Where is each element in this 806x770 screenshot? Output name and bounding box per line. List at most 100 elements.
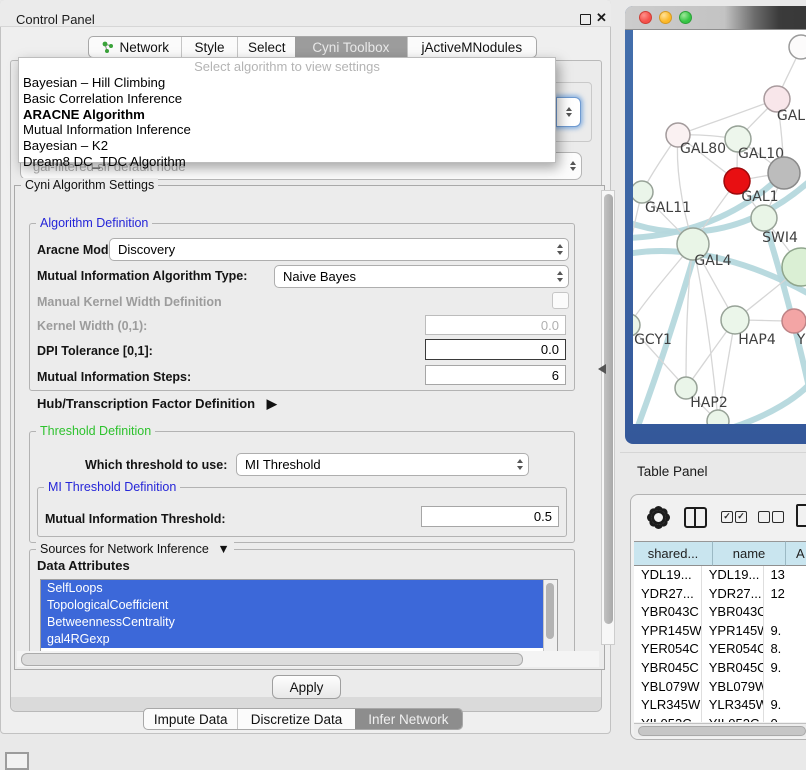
settings-hscroll-thumb[interactable] — [21, 653, 523, 666]
cyni-algorithm-settings-panel: Cyni Algorithm Settings Algorithm Defini… — [14, 185, 605, 670]
collapsed-panel-icon[interactable] — [5, 752, 29, 770]
table-row[interactable]: YBR045CYBR045C9. — [634, 659, 806, 678]
table-row[interactable]: YIL052CYIL052C0. — [634, 715, 806, 722]
algorithm-option[interactable]: Bayesian – K2 — [19, 138, 555, 154]
column-header-name[interactable]: name — [713, 541, 786, 566]
table-row[interactable]: YPR145WYPR145W9. — [634, 622, 806, 641]
table-row[interactable]: YLR345WYLR345W9. — [634, 696, 806, 715]
settings-horizontal-scrollbar[interactable] — [17, 651, 599, 667]
float-window-icon[interactable] — [580, 14, 591, 25]
bottom-tabs: Impute Data Discretize Data Infer Networ… — [143, 708, 463, 730]
data-attribute-item[interactable]: gal4RGexp — [41, 631, 557, 648]
network-node-swi4[interactable] — [751, 205, 777, 231]
mi-threshold-input[interactable]: 0.5 — [421, 506, 559, 527]
table-row[interactable]: YBL079WYBL079W — [634, 678, 806, 697]
mi-algorithm-type-select[interactable]: Naive Bayes — [274, 265, 569, 288]
network-node-label: Y — [796, 332, 806, 348]
settings-vertical-scrollbar[interactable] — [601, 190, 615, 645]
network-node-label: SWI4 — [762, 230, 798, 246]
zoom-traffic-light-icon[interactable] — [679, 11, 692, 24]
data-attribute-item[interactable]: SelfLoops — [41, 580, 557, 597]
data-attribute-item[interactable]: BetweennessCentrality — [41, 614, 557, 631]
algorithm-select-focused-end[interactable] — [556, 97, 581, 127]
table-cell: YDL19... — [702, 566, 765, 585]
network-node-label: GCY1 — [634, 332, 672, 348]
column-header-partial[interactable]: A — [786, 541, 806, 566]
kernel-width-input[interactable]: 0.0 — [425, 315, 566, 335]
settings-panel-title: Cyni Algorithm Settings — [21, 178, 158, 192]
deselect-all-checkbox-icon[interactable] — [772, 511, 784, 523]
minimize-traffic-light-icon[interactable] — [659, 11, 672, 24]
network-canvas[interactable]: GALGAL80GAL10GAL1GAL11SWI4GAL4GCY1HAP4YH… — [633, 30, 806, 424]
select-all-checkbox-icon[interactable]: ✓ — [721, 511, 733, 523]
settings-vscroll-thumb[interactable] — [604, 194, 613, 624]
table-cell: 9. — [764, 622, 806, 641]
control-panel-tabs: Network Style Select Cyni Toolbox jActiv… — [88, 36, 537, 58]
table-horizontal-scrollbar[interactable] — [634, 723, 806, 737]
tab-select[interactable]: Select — [237, 37, 295, 57]
tab-style-label: Style — [194, 40, 224, 55]
sources-title[interactable]: Sources for Network Inference ▼ — [36, 542, 234, 556]
export-table-icon[interactable] — [796, 504, 806, 527]
network-window-titlebar[interactable] — [625, 6, 806, 30]
table-row[interactable]: YBR043CYBR043C — [634, 603, 806, 622]
algorithm-option[interactable]: Dream8 DC_TDC Algorithm — [19, 154, 555, 170]
tab-network[interactable]: Network — [89, 37, 181, 57]
table-cell: YPR145W — [634, 622, 702, 641]
tab-infer-network[interactable]: Infer Network — [355, 709, 462, 729]
table-cell: 0. — [764, 715, 806, 722]
algorithm-option[interactable]: Basic Correlation Inference — [19, 91, 555, 107]
apply-button[interactable]: Apply — [272, 675, 341, 699]
network-node-label: GAL — [777, 108, 805, 124]
stepper-icon — [558, 161, 576, 172]
tab-style[interactable]: Style — [181, 37, 238, 57]
select-all-checkbox-icon[interactable]: ✓ — [735, 511, 747, 523]
control-panel-title: Control Panel — [16, 12, 95, 27]
network-node[interactable] — [768, 157, 800, 189]
which-threshold-value: MI Threshold — [245, 457, 321, 472]
mi-steps-input[interactable]: 6 — [425, 365, 566, 385]
network-node-y[interactable] — [782, 309, 806, 333]
columns-icon[interactable] — [684, 507, 707, 528]
tab-select-label: Select — [248, 40, 286, 55]
tab-discretize-data[interactable]: Discretize Data — [237, 709, 354, 729]
table-row[interactable]: YER054CYER054C8. — [634, 640, 806, 659]
aracne-mode-select[interactable]: Discovery — [109, 238, 569, 261]
network-node-hap4[interactable] — [721, 306, 749, 334]
algorithm-option[interactable]: ARACNE Algorithm — [19, 107, 555, 123]
data-attributes-items: SelfLoopsTopologicalCoefficientBetweenne… — [41, 580, 557, 648]
dpi-tolerance-input[interactable]: 0.0 — [425, 339, 566, 360]
tab-cyni-toolbox[interactable]: Cyni Toolbox — [295, 37, 407, 57]
table-hscroll-thumb[interactable] — [638, 726, 806, 736]
close-traffic-light-icon[interactable] — [639, 11, 652, 24]
network-node-label: GAL1 — [741, 189, 778, 205]
hub-definition-expander[interactable]: Hub/Transcription Factor Definition ▶ — [37, 396, 277, 412]
tab-jactivemnodules[interactable]: jActiveMNodules — [407, 37, 536, 57]
mi-algorithm-type-value: Naive Bayes — [283, 269, 356, 284]
column-header-shared-name[interactable]: shared... — [634, 541, 713, 566]
deselect-all-checkbox-icon[interactable] — [758, 511, 770, 523]
table-cell: YER054C — [702, 640, 765, 659]
which-threshold-select[interactable]: MI Threshold — [236, 453, 529, 476]
data-attribute-item[interactable]: TopologicalCoefficient — [41, 597, 557, 614]
mi-threshold-value: 0.5 — [534, 509, 552, 524]
table-header: shared... name A — [634, 541, 806, 566]
close-icon[interactable]: ✕ — [596, 10, 607, 26]
manual-kernel-width-checkbox[interactable] — [552, 292, 569, 309]
table-cell: YBR043C — [634, 603, 702, 622]
sources-title-label: Sources for Network Inference — [40, 542, 209, 556]
table-cell: YDL19... — [634, 566, 702, 585]
algorithm-option[interactable]: Bayesian – Hill Climbing — [19, 75, 555, 91]
table-row[interactable]: YDR27...YDR27...12 — [634, 585, 806, 604]
network-node-label: GAL4 — [694, 253, 731, 269]
list-scrollbar[interactable] — [543, 580, 557, 654]
list-scrollbar-thumb[interactable] — [546, 583, 554, 639]
table-row[interactable]: YDL19...YDL19...13 — [634, 566, 806, 585]
tab-infer-network-label: Infer Network — [368, 712, 448, 727]
gear-icon[interactable] — [651, 510, 666, 525]
tab-impute-data[interactable]: Impute Data — [144, 709, 237, 729]
algorithm-option[interactable]: Mutual Information Inference — [19, 122, 555, 138]
network-node[interactable] — [707, 410, 729, 424]
table-cell: YLR345W — [702, 696, 765, 715]
network-node[interactable] — [789, 35, 806, 59]
